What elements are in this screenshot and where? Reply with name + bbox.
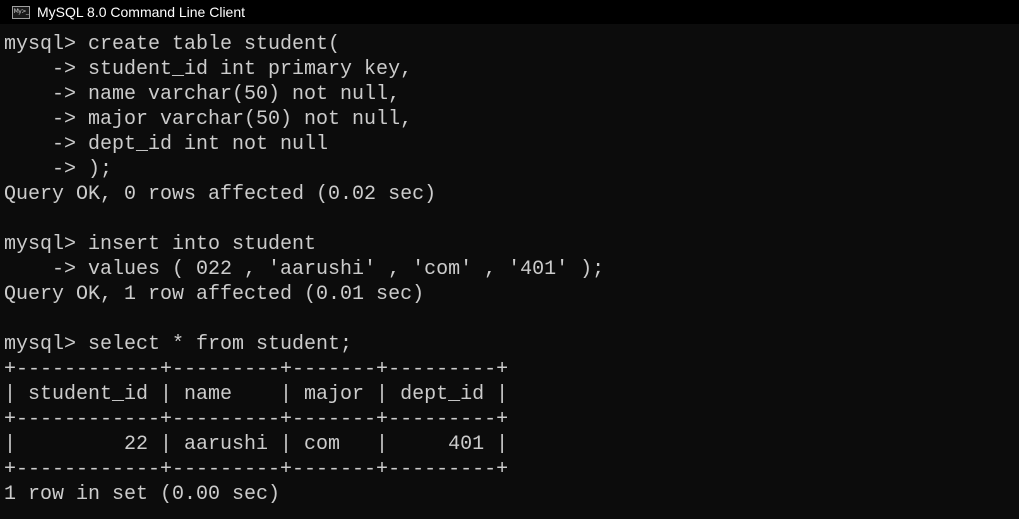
console-line: -> ); xyxy=(4,158,113,181)
console-line: 1 row in set (0.00 sec) xyxy=(4,483,281,506)
console-line: Query OK, 0 rows affected (0.02 sec) xyxy=(4,183,437,206)
console-line: mysql> select * from student; xyxy=(4,333,353,356)
result-table-border: +------------+---------+-------+--------… xyxy=(4,458,509,481)
title-bar[interactable]: My>_ MySQL 8.0 Command Line Client xyxy=(0,0,1019,24)
console-line: mysql> insert into student xyxy=(4,233,317,256)
mysql-console-icon: My>_ xyxy=(12,5,30,19)
result-table-row: | 22 | aarushi | com | 401 | xyxy=(4,433,509,456)
app-icon-glyph: My>_ xyxy=(13,8,29,15)
result-table-border: +------------+---------+-------+--------… xyxy=(4,408,509,431)
console-line: -> values ( 022 , 'aarushi' , 'com' , '4… xyxy=(4,258,605,281)
console-line: -> student_id int primary key, xyxy=(4,58,413,81)
console-line: -> major varchar(50) not null, xyxy=(4,108,413,131)
result-table-header: | student_id | name | major | dept_id | xyxy=(4,383,509,406)
console-line: mysql> create table student( xyxy=(4,33,341,56)
terminal-window: My>_ MySQL 8.0 Command Line Client mysql… xyxy=(0,0,1019,519)
console-line: Query OK, 1 row affected (0.01 sec) xyxy=(4,283,425,306)
result-table-border: +------------+---------+-------+--------… xyxy=(4,358,509,381)
console-output[interactable]: mysql> create table student( -> student_… xyxy=(4,32,1019,519)
console-line: -> name varchar(50) not null, xyxy=(4,83,401,106)
console-line: -> dept_id int not null xyxy=(4,133,329,156)
window-title: MySQL 8.0 Command Line Client xyxy=(37,4,246,20)
